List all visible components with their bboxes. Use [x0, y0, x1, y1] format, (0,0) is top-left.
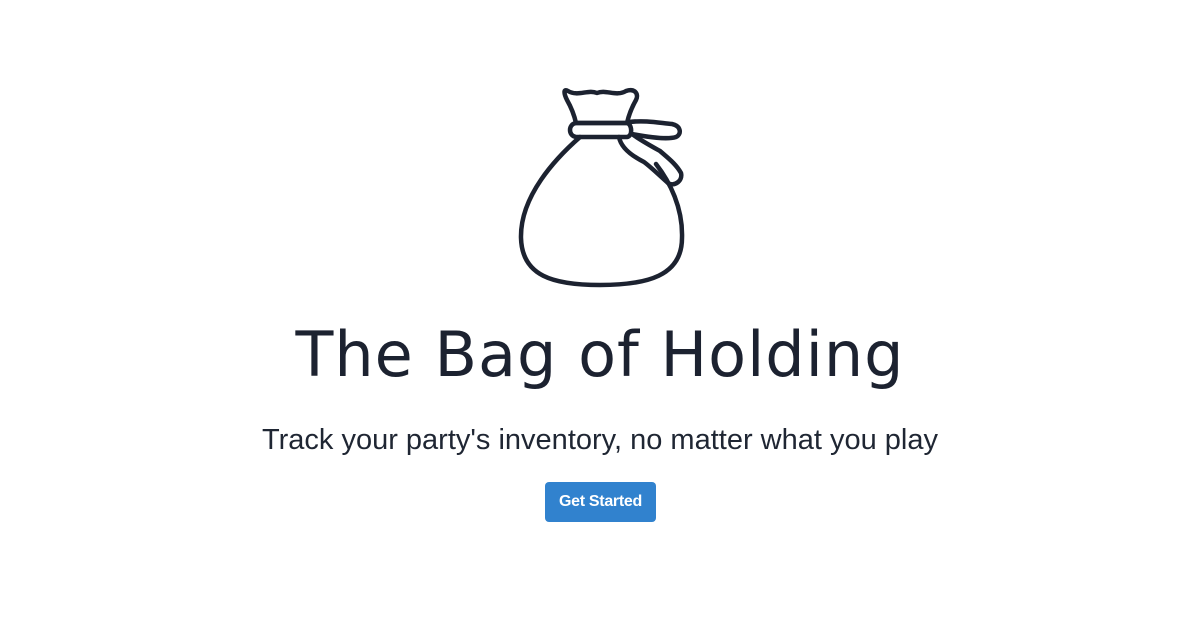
- get-started-button[interactable]: Get Started: [545, 482, 656, 522]
- landing-page: The Bag of Holding Track your party's in…: [0, 0, 1200, 627]
- bag-of-holding-icon: [518, 88, 685, 288]
- page-title: The Bag of Holding: [295, 318, 905, 391]
- tagline: Track your party's inventory, no matter …: [261, 424, 939, 456]
